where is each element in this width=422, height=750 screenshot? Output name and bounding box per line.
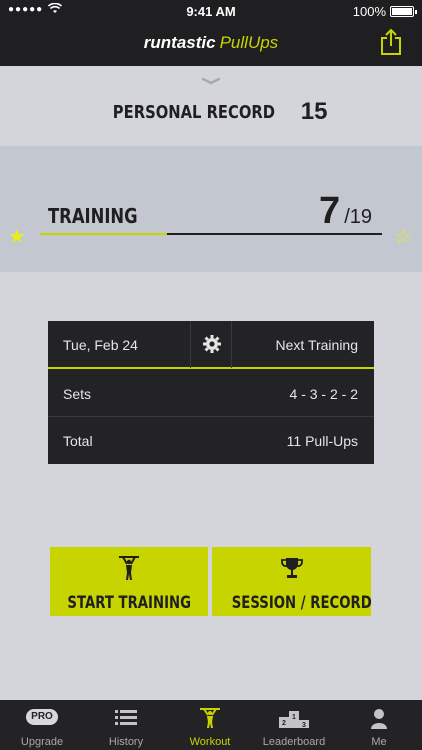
session-record-button[interactable]: SESSION / RECORD [212,547,372,616]
progress-track [40,233,382,235]
list-icon [115,710,137,725]
tab-bar: PRO Upgrade History Workout 213 Leaderbo… [0,700,422,750]
chevron-down-icon[interactable] [201,72,221,85]
next-training-card[interactable]: Tue, Feb 24 Next Training Sets 4 - 3 - 2… [48,321,374,464]
star-filled-icon: ★ [8,226,26,248]
next-training-title: Next Training [275,337,358,353]
next-training-header: Tue, Feb 24 Next Training [48,321,374,369]
tab-upgrade-label: Upgrade [20,736,64,748]
tab-history[interactable]: History [84,700,168,750]
training-progress: TRAINING 7/19 ★ ☆ [0,146,422,272]
sets-value: 4 - 3 - 2 - 2 [289,386,358,402]
tab-leaderboard-label: Leaderboard [262,736,326,748]
svg-text:2: 2 [282,720,286,727]
sets-label: Sets [63,386,92,402]
battery-icon [390,6,417,17]
training-label: TRAINING [48,204,138,228]
tab-me[interactable]: Me [336,700,422,750]
brand-primary: runtastic [143,33,216,52]
tab-workout-label: Workout [189,736,231,748]
progress-fill [40,233,167,235]
app-header: ●●●●● 9:41 AM 100% runtastic PullUps [0,0,422,66]
pullup-figure-icon [200,708,220,728]
sets-row: Sets 4 - 3 - 2 - 2 [48,370,374,417]
pro-badge-text: PRO [26,709,58,725]
training-total: 19 [349,206,372,228]
session-record-label: SESSION / RECORD [231,593,372,613]
tab-history-label: History [108,736,144,748]
personal-record: PERSONAL RECORD 15 [0,98,422,126]
pullup-figure-icon [119,556,139,580]
share-icon[interactable] [380,28,402,56]
pro-badge-icon: PRO [25,707,59,729]
battery-percent: 100% [352,4,386,19]
training-count: 7/19 [319,190,372,233]
gear-icon [203,335,221,353]
start-training-label: START TRAINING [67,593,191,613]
total-row: Total 11 Pull-Ups [48,417,374,464]
settings-button[interactable] [190,321,232,368]
svg-text:3: 3 [302,722,306,729]
training-current: 7 [319,190,341,232]
tab-leaderboard[interactable]: 213 Leaderboard [252,700,336,750]
total-label: Total [63,433,93,449]
app-logo: runtastic PullUps [0,33,422,53]
start-training-button[interactable]: START TRAINING [50,547,208,616]
status-bar: ●●●●● 9:41 AM 100% [0,0,422,22]
person-icon [371,709,387,729]
personal-record-label: PERSONAL RECORD [112,101,275,123]
next-training-date: Tue, Feb 24 [63,337,138,353]
podium-icon: 213 [279,711,309,729]
personal-record-value: 15 [300,98,328,125]
tab-me-label: Me [371,736,387,748]
trophy-icon [280,558,303,578]
brand-secondary: PullUps [219,33,279,52]
tab-upgrade[interactable]: PRO Upgrade [0,700,84,750]
star-outline-icon: ☆ [394,226,412,248]
total-value: 11 Pull-Ups [286,433,358,449]
svg-text:1: 1 [292,714,296,721]
tab-workout[interactable]: Workout [168,700,252,750]
